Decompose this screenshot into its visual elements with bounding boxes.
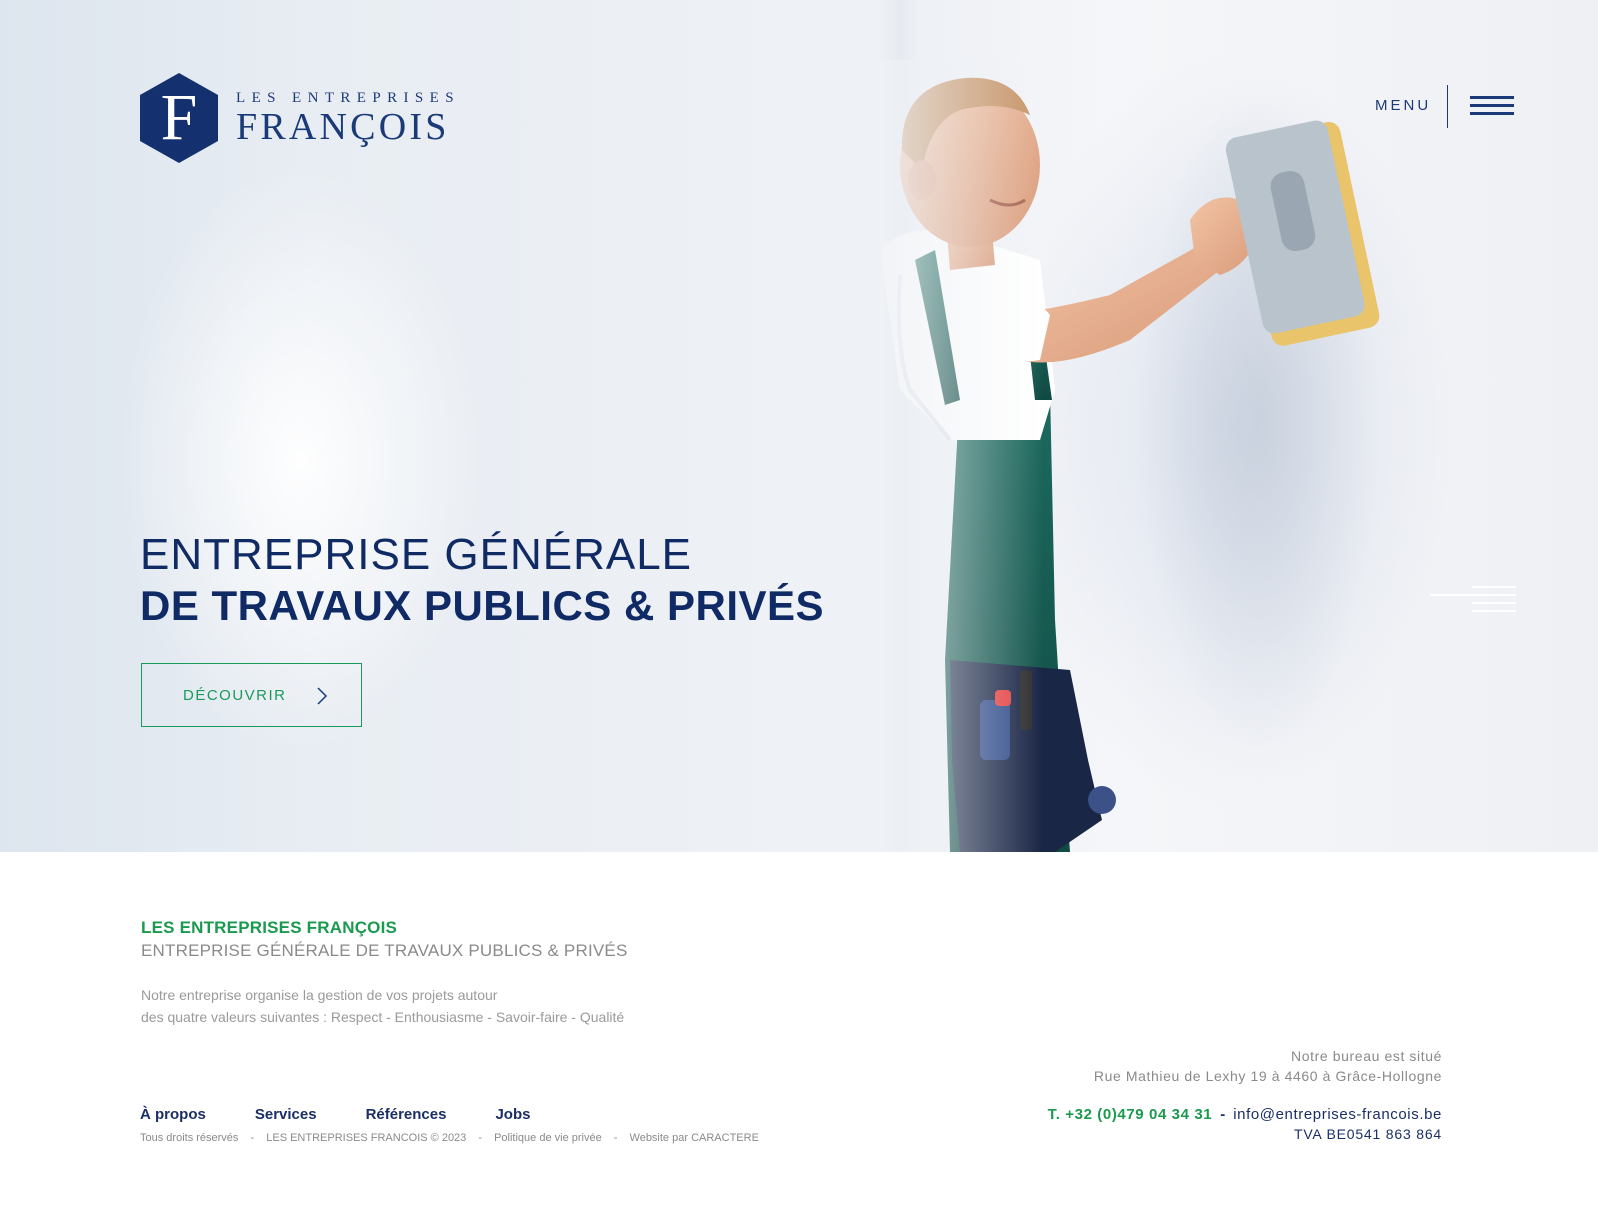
logo-letter: F: [160, 81, 198, 154]
hero-worker-image: [840, 60, 1420, 852]
logo-wordmark: LES ENTREPRISES FRANÇOIS: [236, 90, 460, 146]
footer-nav-services[interactable]: Services: [255, 1106, 317, 1123]
footer-description: Notre entreprise organise la gestion de …: [141, 984, 624, 1028]
hero-title-line2: DE TRAVAUX PUBLICS & PRIVÉS: [140, 582, 825, 629]
footer-legal-separator: -: [613, 1132, 618, 1144]
footer-email-link[interactable]: info@entreprises-francois.be: [1233, 1106, 1442, 1123]
footer-description-line1: Notre entreprise organise la gestion de …: [141, 987, 498, 1003]
footer-office-address: Notre bureau est situé Rue Mathieu de Le…: [1094, 1046, 1442, 1086]
footer-office-line2: Rue Mathieu de Lexhy 19 à 4460 à Grâce-H…: [1093, 1068, 1442, 1084]
footer-credit-link[interactable]: Website par CARACTERE: [630, 1132, 759, 1144]
footer-legal: Tous droits réservés - LES ENTREPRISES F…: [140, 1132, 759, 1144]
footer-nav-jobs[interactable]: Jobs: [495, 1106, 530, 1123]
footer-tva: TVA BE0541 863 864: [1293, 1126, 1442, 1142]
hero-title-line1: ENTREPRISE GÉNÉRALE: [140, 530, 693, 579]
footer-office-line1: Notre bureau est situé: [1291, 1048, 1442, 1064]
footer-contact-separator: -: [1220, 1106, 1226, 1123]
footer-phone-link[interactable]: T. +32 (0)479 04 34 31: [1048, 1106, 1213, 1123]
footer-brand: LES ENTREPRISES FRANÇOIS: [141, 918, 398, 937]
logo-line1: LES ENTREPRISES: [236, 90, 460, 106]
menu-label[interactable]: MENU: [1375, 97, 1431, 114]
footer-tagline: ENTREPRISE GÉNÉRALE DE TRAVAUX PUBLICS &…: [141, 941, 628, 960]
footer-contact: T. +32 (0)479 04 34 31- info@entreprises-…: [1048, 1106, 1442, 1123]
logo-hexagon-icon: F: [140, 73, 218, 163]
footer-legal-separator: -: [250, 1132, 255, 1144]
discover-button-label: DÉCOUVRIR: [183, 686, 287, 704]
logo-line2: FRANÇOIS: [236, 106, 450, 148]
footer-nav-apropos[interactable]: À propos: [140, 1106, 206, 1123]
site-logo[interactable]: F LES ENTREPRISES FRANÇOIS: [140, 73, 460, 163]
hamburger-icon[interactable]: [1470, 96, 1514, 118]
footer-nav: À propos Services Références Jobs: [140, 1106, 579, 1123]
footer-nav-references[interactable]: Références: [366, 1106, 447, 1123]
footer-legal-separator: -: [478, 1132, 483, 1144]
hero-section: F LES ENTREPRISES FRANÇOIS MENU ENTREPRI…: [0, 0, 1598, 852]
menu-divider: [1447, 85, 1448, 128]
chevron-right-icon: [317, 687, 328, 705]
footer-description-line2: des quatre valeurs suivantes : Respect -…: [141, 1009, 625, 1025]
footer-privacy-link[interactable]: Politique de vie privée: [494, 1132, 602, 1144]
discover-button[interactable]: DÉCOUVRIR: [141, 663, 362, 727]
footer-copyright: LES ENTREPRISES FRANCOIS © 2023: [266, 1132, 467, 1144]
footer-rights: Tous droits réservés: [140, 1132, 239, 1144]
slider-lines-icon[interactable]: [1430, 586, 1516, 616]
site-footer: LES ENTREPRISES FRANÇOIS ENTREPRISE GÉNÉ…: [0, 852, 1598, 1206]
